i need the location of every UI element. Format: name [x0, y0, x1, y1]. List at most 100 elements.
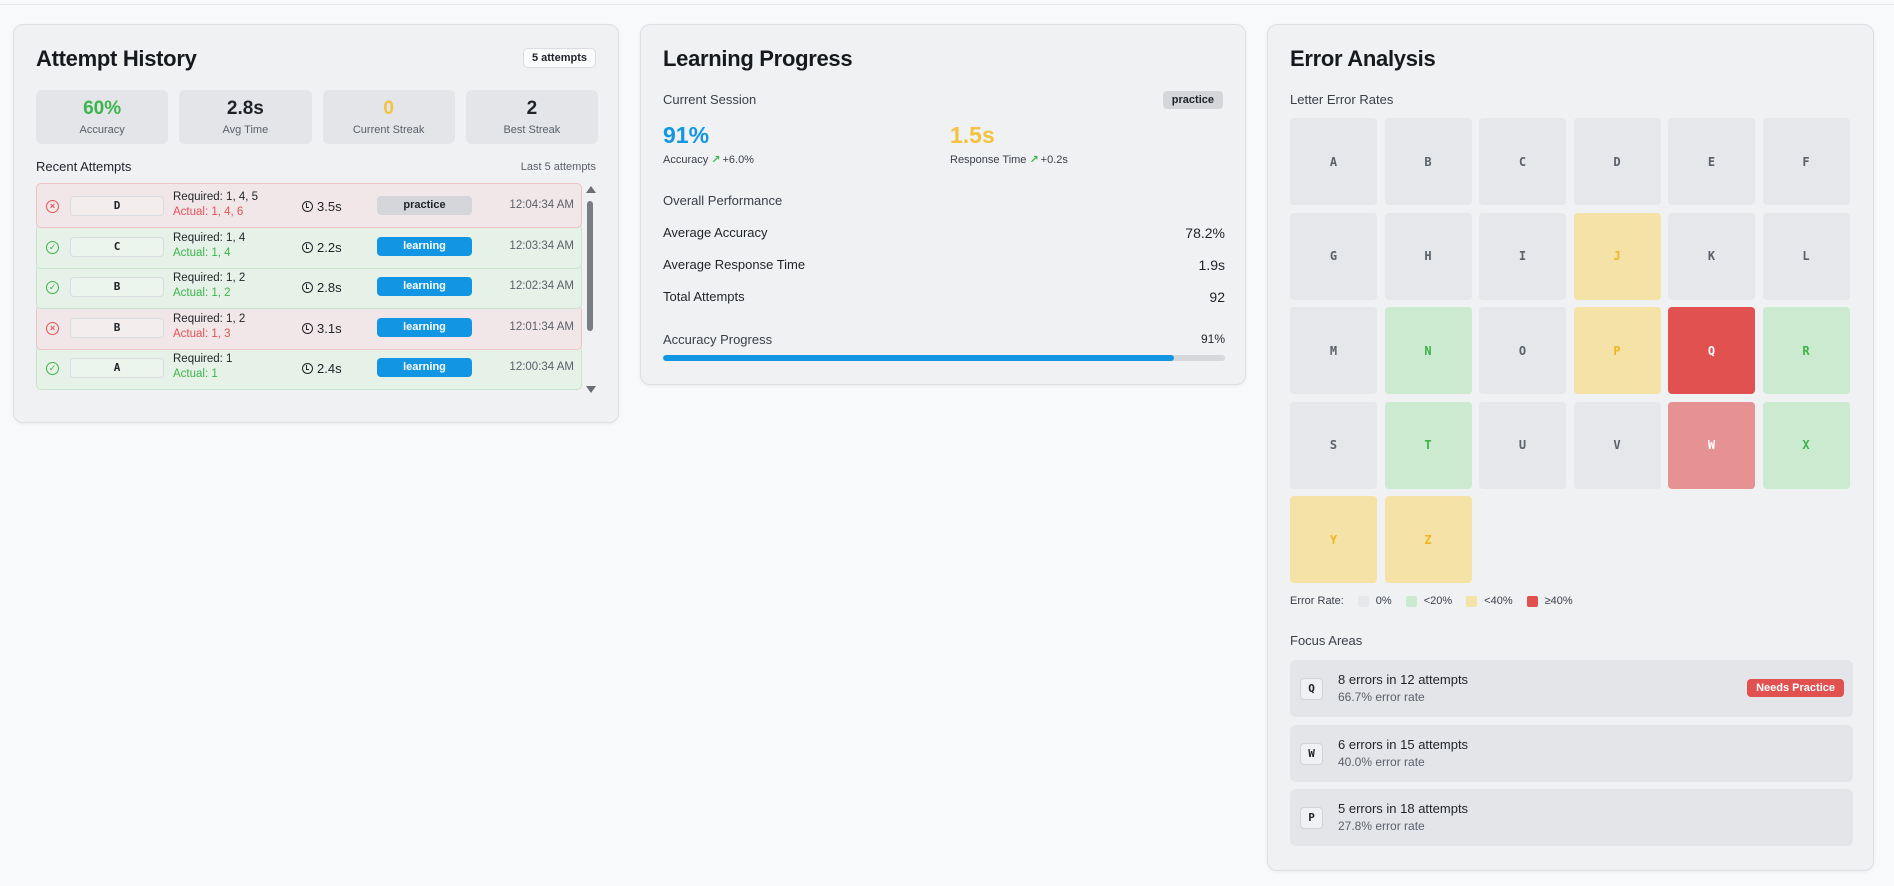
- attempt-duration: 3.5s: [302, 199, 342, 214]
- accuracy-progress-bar: [663, 355, 1225, 361]
- perf-row-average-accuracy: Average Accuracy 78.2%: [663, 225, 1225, 241]
- letter-cell-g[interactable]: G: [1290, 212, 1377, 300]
- needs-practice-badge: Needs Practice: [1747, 679, 1844, 697]
- focus-error-rate: 66.7% error rate: [1338, 690, 1425, 704]
- scroll-down-arrow-icon[interactable]: [586, 386, 596, 393]
- stat-box: 2 Best Streak: [465, 90, 598, 144]
- focus-error-count: 6 errors in 15 attempts: [1338, 736, 1469, 752]
- attempt-letter: A: [70, 358, 164, 378]
- check-circle-icon: ✓: [46, 240, 59, 254]
- perf-row-total-attempts: Total Attempts 92: [663, 289, 1225, 305]
- recent-attempts-label: Recent Attempts: [36, 159, 132, 174]
- letter-cell-d[interactable]: D: [1573, 118, 1661, 205]
- attempt-row[interactable]: ✓ A Required: 1 Actual: 1 2.4s learning 12:00:…: [36, 345, 582, 390]
- legend-label: ≥40%: [1544, 595, 1573, 607]
- letter-cell-t[interactable]: T: [1384, 401, 1472, 489]
- session-response-label-row: Response Time ↗ +0.2s: [950, 153, 1068, 166]
- letter-cell-h[interactable]: H: [1384, 212, 1472, 300]
- legend-swatch: [1357, 595, 1369, 607]
- legend-swatch: [1466, 595, 1478, 607]
- letter-cell-r[interactable]: R: [1762, 307, 1850, 394]
- stat-value: 0: [383, 98, 394, 119]
- attempt-required: Required: 1, 4, 5: [173, 191, 259, 203]
- letter-cell-z[interactable]: Z: [1384, 496, 1472, 583]
- stat-label: Avg Time: [222, 124, 269, 136]
- focus-error-rate: 27.8% error rate: [1338, 819, 1425, 833]
- trending-up-icon: ↗: [711, 154, 721, 166]
- error-analysis-title: Error Analysis: [1290, 46, 1436, 71]
- perf-value: 78.2%: [1185, 225, 1225, 241]
- focus-item[interactable]: Q 8 errors in 12 attempts 66.7% error rate…: [1290, 660, 1853, 717]
- letter-cell-c[interactable]: C: [1479, 118, 1566, 205]
- letter-cell-l[interactable]: L: [1762, 212, 1850, 300]
- letter-cell-s[interactable]: S: [1290, 401, 1377, 489]
- session-accuracy-value: 91%: [663, 122, 710, 148]
- letter-cell-n[interactable]: N: [1384, 307, 1472, 394]
- attempt-row[interactable]: × B Required: 1, 2 Actual: 1, 3 3.1s learning…: [36, 304, 582, 350]
- letter-cell-i[interactable]: I: [1479, 212, 1566, 300]
- attempt-row[interactable]: ✓ C Required: 1, 4 Actual: 1, 4 2.2s learning…: [36, 223, 582, 269]
- focus-item[interactable]: P 5 errors in 18 attempts 27.8% error rate: [1290, 789, 1853, 846]
- letter-cell-x[interactable]: X: [1762, 401, 1850, 489]
- stats-row: 60% Accuracy 2.8s Avg Time 0 Current Streak 2 B…: [36, 90, 598, 144]
- attempt-count-badge: 5 attempts: [522, 48, 596, 68]
- scroll-up-arrow-icon[interactable]: [586, 186, 596, 193]
- attempt-actual: Actual: 1, 3: [173, 327, 231, 340]
- letter-cell-y[interactable]: Y: [1290, 496, 1377, 583]
- session-accuracy-label: Accuracy: [663, 154, 709, 166]
- attempt-list-scrollbar[interactable]: [584, 183, 596, 398]
- attempt-timestamp: 12:03:34 AM: [509, 239, 574, 252]
- attempt-required: Required: 1, 4: [173, 231, 246, 244]
- legend-swatch: [1526, 595, 1538, 607]
- check-circle-icon: ✓: [46, 281, 59, 294]
- letter-cell-e[interactable]: E: [1668, 118, 1755, 205]
- legend-swatch: [1405, 595, 1417, 607]
- letter-cell-w[interactable]: W: [1668, 401, 1755, 489]
- letter-cell-a[interactable]: A: [1290, 118, 1377, 205]
- letter-cell-o[interactable]: O: [1479, 307, 1566, 394]
- attempt-duration-value: 2.2s: [317, 239, 342, 255]
- attempt-duration: 2.4s: [302, 361, 342, 376]
- attempt-letter: B: [70, 317, 164, 338]
- focus-areas-label: Focus Areas: [1290, 633, 1363, 648]
- attempt-duration-value: 2.4s: [317, 361, 342, 376]
- x-circle-icon: ×: [46, 321, 59, 335]
- stat-label: Best Streak: [503, 124, 561, 136]
- clock-icon: [302, 241, 313, 253]
- attempt-required: Required: 1, 2: [173, 272, 246, 284]
- stat-value: 2: [526, 98, 538, 119]
- letter-error-rates-label: Letter Error Rates: [1290, 92, 1394, 107]
- stat-box: 2.8s Avg Time: [179, 90, 312, 144]
- letter-cell-j[interactable]: J: [1573, 212, 1661, 300]
- perf-label: Average Accuracy: [663, 225, 768, 240]
- attempt-letter: B: [70, 277, 164, 297]
- attempt-duration: 2.2s: [302, 240, 342, 255]
- attempt-row[interactable]: ✓ B Required: 1, 2 Actual: 1, 2 2.8s learning…: [36, 264, 582, 309]
- letter-cell-k[interactable]: K: [1668, 212, 1755, 300]
- letter-cell-p[interactable]: P: [1573, 307, 1661, 394]
- letter-cell-m[interactable]: M: [1290, 307, 1377, 394]
- attempt-mode-badge: learning: [377, 358, 472, 377]
- attempt-mode-badge: learning: [377, 317, 472, 337]
- attempt-timestamp: 12:00:34 AM: [509, 361, 574, 373]
- attempt-required: Required: 1, 2: [173, 312, 246, 325]
- focus-item[interactable]: W 6 errors in 15 attempts 40.0% error rate: [1290, 724, 1853, 782]
- attempt-duration-value: 2.8s: [317, 280, 342, 295]
- perf-row-average-response-time: Average Response Time 1.9s: [663, 257, 1225, 273]
- letter-cell-v[interactable]: V: [1573, 401, 1661, 489]
- attempt-row[interactable]: × D Required: 1, 4, 5 Actual: 1, 4, 6 3.5s pr…: [36, 183, 582, 228]
- session-response-trend: +0.2s: [1040, 154, 1068, 166]
- letter-cell-f[interactable]: F: [1762, 118, 1850, 205]
- session-response-value: 1.5s: [950, 122, 995, 148]
- stat-box: 0 Current Streak: [322, 90, 455, 144]
- perf-label: Total Attempts: [663, 289, 745, 304]
- overall-performance-label: Overall Performance: [663, 193, 783, 208]
- letter-cell-b[interactable]: B: [1384, 118, 1472, 205]
- attempt-actual: Actual: 1, 4, 6: [173, 206, 244, 218]
- letter-cell-u[interactable]: U: [1479, 401, 1566, 489]
- scroll-thumb[interactable]: [587, 201, 593, 331]
- attempt-mode-badge: learning: [377, 236, 472, 256]
- letter-cell-q[interactable]: Q: [1668, 307, 1755, 394]
- attempt-list[interactable]: ✓ A Required: 1 Actual: 1 2.4s learning 12:00:…: [36, 183, 606, 398]
- legend-label: <20%: [1423, 595, 1453, 607]
